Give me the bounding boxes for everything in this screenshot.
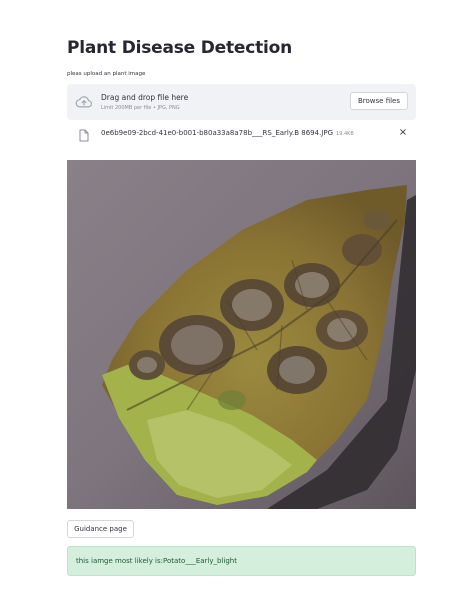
uploaded-file-name: 0e6b9e09-2bcd-41e0-b001-b80a33a8a78b___R… <box>101 129 354 137</box>
dropzone-instructions: Drag and drop file here <box>101 93 189 102</box>
uploaded-leaf-image <box>67 160 416 509</box>
file-size: 19.4KB <box>336 131 354 137</box>
cloud-upload-icon <box>75 93 93 111</box>
guidance-page-button[interactable]: Guidance page <box>67 520 134 538</box>
upload-label: pleas upload an plant image <box>67 71 146 77</box>
file-icon <box>79 127 89 142</box>
file-name-text: 0e6b9e09-2bcd-41e0-b001-b80a33a8a78b___R… <box>101 129 334 137</box>
browse-files-button[interactable]: Browse files <box>350 92 408 110</box>
prediction-result-text: this iamge most likely is:Potato___Early… <box>76 557 237 565</box>
remove-file-close-icon[interactable]: × <box>398 127 408 139</box>
file-dropzone[interactable]: Drag and drop file here Limit 200MB per … <box>67 84 416 120</box>
page-title: Plant Disease Detection <box>67 38 293 58</box>
dropzone-limit: Limit 200MB per file • JPG, PNG <box>101 105 180 111</box>
prediction-result-alert: this iamge most likely is:Potato___Early… <box>67 546 416 576</box>
uploaded-file-row: 0e6b9e09-2bcd-41e0-b001-b80a33a8a78b___R… <box>67 126 416 142</box>
